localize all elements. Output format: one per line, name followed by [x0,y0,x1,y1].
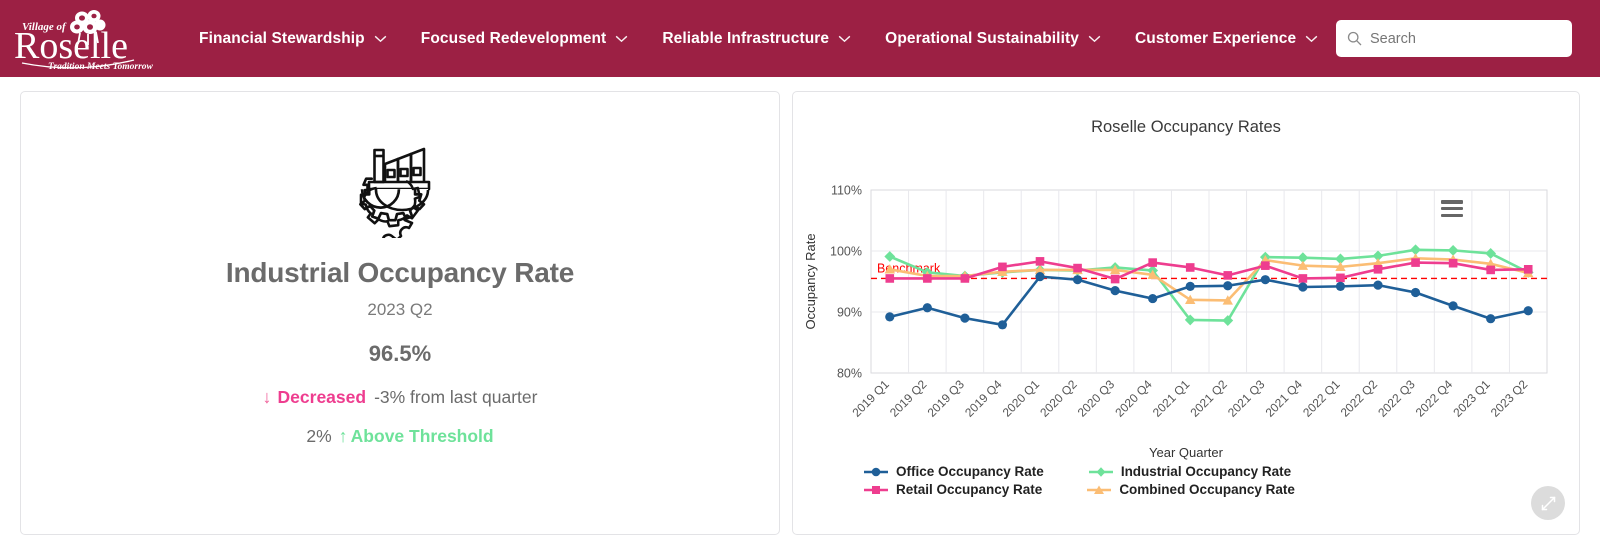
legend-marker-square-icon [864,485,888,494]
svg-text:Occupancy Rate: Occupancy Rate [803,233,818,329]
legend-item-industrial[interactable]: Industrial Occupancy Rate [1088,464,1291,479]
svg-text:Tradition Meets Tomorrow: Tradition Meets Tomorrow [48,62,154,72]
svg-text:2019 Q1: 2019 Q1 [849,377,892,420]
kpi-value: 96.5% [368,341,432,366]
svg-text:80%: 80% [837,367,862,381]
svg-text:2022 Q2: 2022 Q2 [1338,377,1381,420]
kpi-threshold-amount: 2% [306,426,332,446]
kpi-threshold-word: Above Threshold [350,426,494,446]
hamburger-bar [1441,206,1463,211]
svg-text:110%: 110% [831,184,862,198]
nav-label: Operational Sustainability [885,29,1079,47]
svg-text:2023 Q2: 2023 Q2 [1488,377,1531,420]
chart-card: Roselle Occupancy Rates 80% 90% 100% 110% Oc… [792,91,1580,535]
arrow-down-icon: ↓ [262,387,272,407]
search-box[interactable] [1336,20,1572,57]
chevron-down-icon [1088,35,1101,42]
nav-item-financial-stewardship[interactable]: Financial Stewardship [182,20,404,58]
village-of-roselle-logo[interactable]: Village of Roselle Tradition Meets Tomor… [0,0,170,77]
hamburger-bar [1441,200,1463,204]
nav-item-customer-experience[interactable]: Customer Experience [1118,20,1335,58]
chevron-down-icon [838,35,851,42]
nav-label: Financial Stewardship [199,29,365,47]
resize-expand-icon [1541,496,1555,510]
legend-label: Office Occupancy Rate [896,464,1044,479]
kpi-title: Industrial Occupancy Rate [225,257,575,288]
main-navigation: Financial Stewardship Focused Redevelopm… [170,20,1336,58]
kpi-change-word: Decreased [277,387,367,407]
chevron-down-icon [374,35,387,42]
kpi-change-detail: -3% from last quarter [374,387,538,407]
svg-text:2020 Q4: 2020 Q4 [1112,377,1155,420]
svg-text:2023 Q1: 2023 Q1 [1450,377,1493,420]
chart-legend: Office Occupancy Rate Industrial Occupan… [793,460,1513,500]
legend-item-retail[interactable]: Retail Occupancy Rate [863,482,1042,497]
factory-gear-icon [359,147,431,238]
svg-text:2021 Q4: 2021 Q4 [1263,377,1306,420]
legend-label: Combined Occupancy Rate [1119,482,1295,497]
nav-item-operational-sustainability[interactable]: Operational Sustainability [868,20,1118,58]
legend-label: Industrial Occupancy Rate [1120,464,1292,479]
kpi-card: Industrial Occupancy Rate 2023 Q2 96.5% … [20,91,780,535]
hamburger-bar [1441,213,1463,217]
svg-text:2021 Q3: 2021 Q3 [1225,377,1268,420]
svg-text:2022 Q1: 2022 Q1 [1300,377,1343,420]
legend-marker-triangle-icon [1087,485,1112,494]
svg-text:2019 Q2: 2019 Q2 [887,377,930,420]
chart-resize-button[interactable] [1531,486,1565,520]
chevron-down-icon [1305,35,1318,42]
svg-text:2019 Q4: 2019 Q4 [962,377,1005,420]
svg-text:2019 Q3: 2019 Q3 [925,377,968,420]
nav-label: Reliable Infrastructure [662,29,830,47]
arrow-up-icon: ↑ [338,426,348,446]
x-axis-title: Year Quarter [1149,445,1223,460]
dashboard-body: Industrial Occupancy Rate 2023 Q2 96.5% … [0,77,1600,535]
svg-text:2022 Q4: 2022 Q4 [1413,377,1456,420]
svg-text:2022 Q3: 2022 Q3 [1375,377,1418,420]
occupancy-line-chart: 80%90%100%110%Occupancy Rate2019 Q12019 … [803,184,1548,420]
svg-text:90%: 90% [837,306,862,320]
nav-label: Focused Redevelopment [420,29,607,47]
kpi-change-row: ↓ Decreased -3% from last quarter [263,387,538,408]
chart-menu-button[interactable] [1441,200,1463,217]
svg-text:2021 Q2: 2021 Q2 [1187,377,1230,420]
kpi-period: 2023 Q2 [367,300,433,319]
legend-marker-diamond-icon [1088,466,1113,477]
search-input[interactable] [1370,30,1561,47]
legend-marker-circle-icon [864,467,888,476]
chart-plot-area: 80% 90% 100% 110% Occupancy Rate 2019 Q1 2019 … [793,145,1579,445]
chart-title: Roselle Occupancy Rates [1091,118,1281,136]
svg-text:2020 Q3: 2020 Q3 [1075,377,1118,420]
svg-text:2020 Q1: 2020 Q1 [1000,377,1043,420]
nav-item-focused-redevelopment[interactable]: Focused Redevelopment [404,20,646,58]
search-icon [1347,31,1362,46]
svg-text:2021 Q1: 2021 Q1 [1150,377,1193,420]
svg-text:100%: 100% [830,245,862,259]
legend-label: Retail Occupancy Rate [896,482,1043,497]
legend-item-combined[interactable]: Combined Occupancy Rate [1086,482,1295,497]
legend-item-office[interactable]: Office Occupancy Rate [863,464,1044,479]
kpi-threshold-row: 2% ↑ Above Threshold [306,426,493,447]
nav-label: Customer Experience [1134,29,1297,47]
roselle-logo-icon: Village of Roselle Tradition Meets Tomor… [14,9,154,72]
chevron-down-icon [616,35,628,42]
site-header: Village of Roselle Tradition Meets Tomor… [0,0,1600,77]
svg-text:Roselle: Roselle [14,25,128,67]
nav-item-reliable-infrastructure[interactable]: Reliable Infrastructure [645,20,868,58]
svg-text:2020 Q2: 2020 Q2 [1037,377,1080,420]
